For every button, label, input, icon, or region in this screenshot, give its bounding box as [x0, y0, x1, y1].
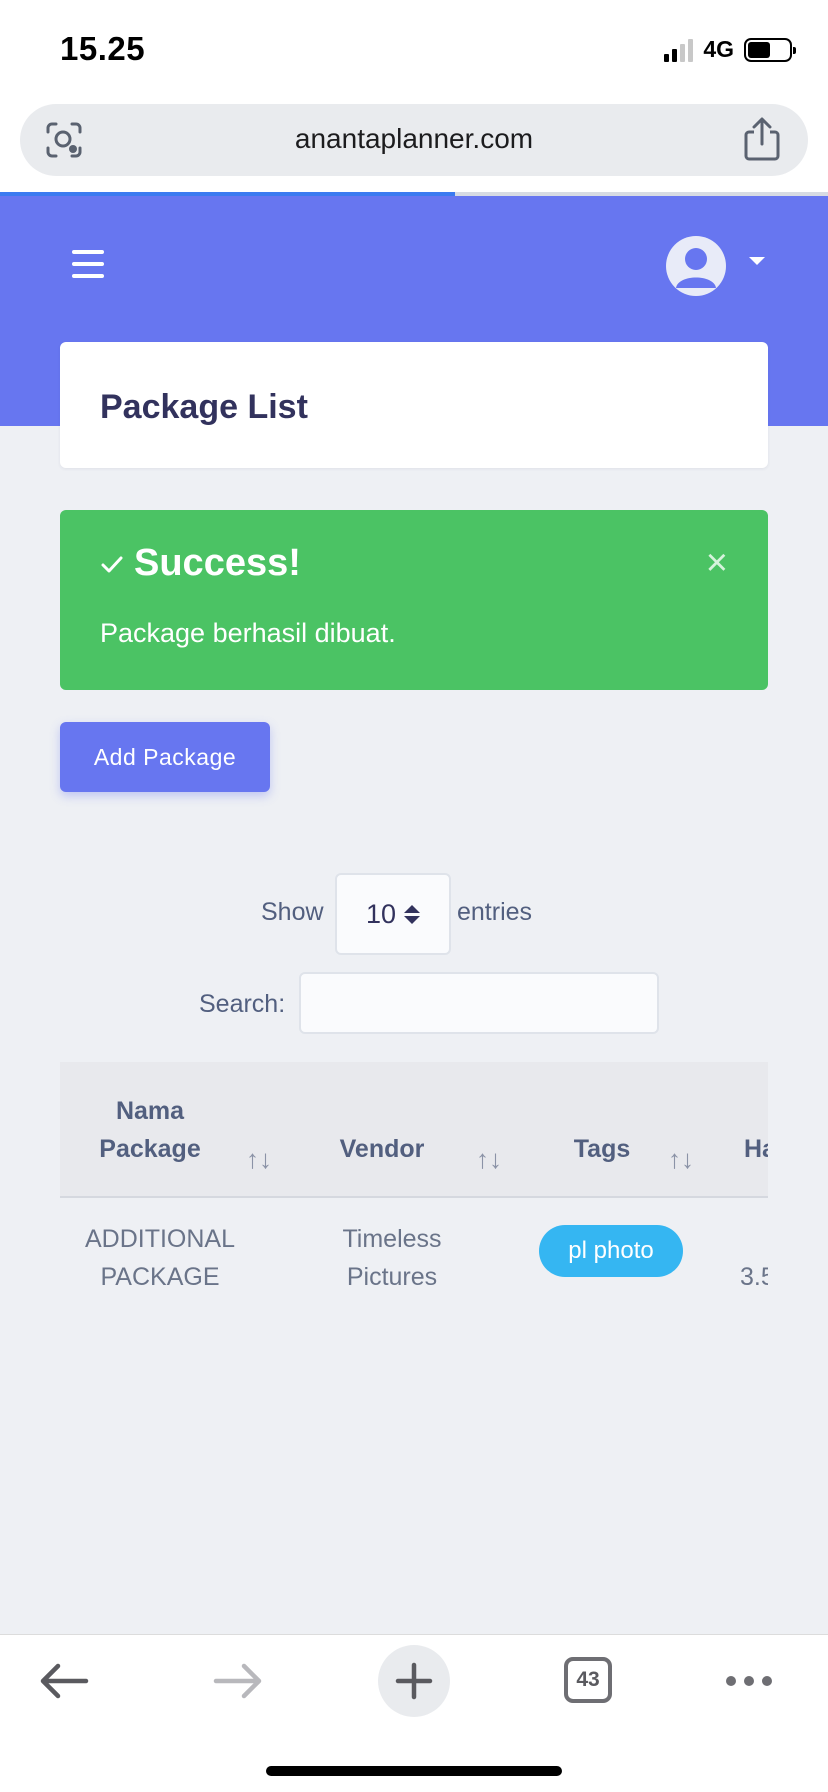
plus-icon: [395, 1662, 433, 1700]
show-label: Show: [261, 898, 324, 926]
entries-select[interactable]: 10: [335, 873, 451, 955]
browser-address-area: anantaplanner.com: [0, 96, 828, 194]
share-icon[interactable]: [742, 116, 782, 162]
column-header-tags[interactable]: Tags: [552, 1130, 652, 1168]
close-icon[interactable]: ×: [706, 544, 728, 582]
cell-line1: ADDITIONAL: [84, 1225, 236, 1253]
sort-icon[interactable]: ↑↓: [246, 1144, 272, 1175]
cell-line2: Pictures: [346, 1263, 438, 1291]
url-text[interactable]: anantaplanner.com: [20, 123, 808, 155]
back-arrow-icon[interactable]: [38, 1661, 90, 1701]
check-icon: [101, 556, 123, 572]
column-label-line2: Package: [99, 1135, 201, 1163]
address-bar[interactable]: anantaplanner.com: [20, 104, 808, 176]
network-type: 4G: [703, 36, 734, 62]
user-avatar-icon[interactable]: [666, 236, 726, 296]
status-bar: 15.25 4G: [0, 0, 828, 96]
home-indicator: [266, 1766, 562, 1776]
cell-package-name: ADDITIONAL PACKAGE: [80, 1220, 240, 1296]
search-input[interactable]: [299, 972, 659, 1034]
alert-heading: Success!: [100, 542, 301, 585]
battery-level: [748, 41, 770, 58]
column-header-nama-package[interactable]: Nama Package: [90, 1092, 210, 1168]
entries-label: entries: [457, 898, 533, 926]
success-alert: Success! Package berhasil dibuat. ×: [60, 510, 768, 690]
menu-icon[interactable]: [72, 250, 104, 278]
cell-line2: PACKAGE: [100, 1263, 220, 1291]
sort-icon[interactable]: ↑↓: [668, 1144, 694, 1175]
column-label-line1: Nama: [115, 1097, 185, 1125]
entries-value: 10: [365, 898, 397, 929]
package-table: Nama Package ↑↓ Vendor ↑↓ Tags ↑↓ Ha ADD…: [60, 1062, 768, 1634]
page-title-card: Package List: [60, 342, 768, 468]
tag-badge: pl photo: [539, 1225, 683, 1277]
caret-down-icon[interactable]: [749, 257, 765, 265]
cell-vendor: Timeless Pictures: [322, 1220, 462, 1296]
column-header-harga[interactable]: Ha: [744, 1130, 768, 1168]
status-indicators: 4G: [664, 36, 796, 63]
select-arrows-icon: [404, 904, 421, 924]
table-header: Nama Package ↑↓ Vendor ↑↓ Tags ↑↓ Ha: [60, 1062, 768, 1198]
search-label: Search:: [199, 990, 286, 1018]
more-icon[interactable]: [726, 1676, 772, 1686]
column-header-vendor[interactable]: Vendor: [322, 1130, 442, 1168]
add-package-button[interactable]: Add Package: [60, 722, 270, 792]
alert-title: Success!: [134, 542, 301, 584]
signal-icon: [664, 38, 694, 62]
sort-icon[interactable]: ↑↓: [476, 1144, 502, 1175]
cell-line1: Timeless: [342, 1225, 442, 1253]
status-time: 15.25: [60, 30, 146, 67]
alert-message: Package berhasil dibuat.: [100, 618, 396, 648]
battery-icon: [744, 37, 796, 62]
forward-arrow-icon[interactable]: [212, 1661, 264, 1701]
new-tab-button[interactable]: [378, 1645, 450, 1717]
page-title: Package List: [100, 388, 308, 426]
tabs-icon[interactable]: 43: [564, 1657, 612, 1703]
cell-price: 3.5: [740, 1263, 768, 1291]
